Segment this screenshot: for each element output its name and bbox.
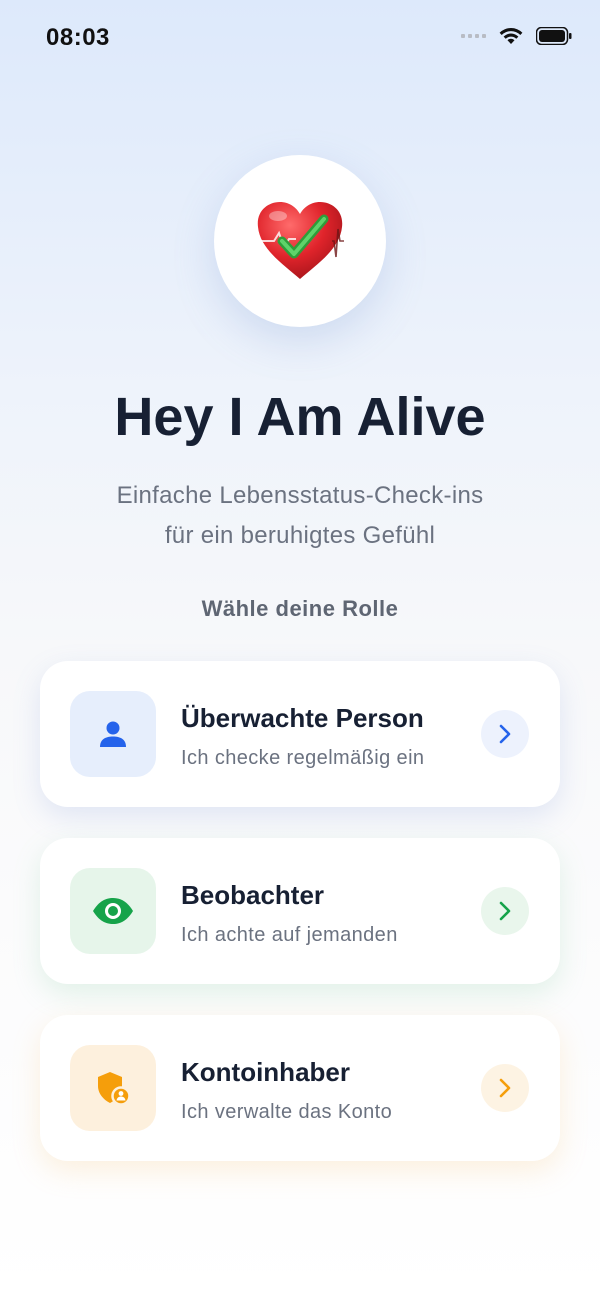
status-time: 08:03 [46, 24, 110, 51]
wifi-icon [499, 28, 523, 44]
person-icon [100, 721, 126, 747]
cellular-signal-icon [461, 34, 486, 38]
eye-icon [93, 898, 133, 924]
app-title: Hey I Am Alive [114, 387, 486, 447]
role-icon-container [70, 691, 156, 777]
chevron-right-icon[interactable] [481, 887, 529, 935]
role-icon-container [70, 1045, 156, 1131]
role-card-account-owner[interactable]: Kontoinhaber Ich verwalte das Konto [40, 1015, 560, 1161]
battery-icon [536, 27, 572, 45]
role-card-observer[interactable]: Beobachter Ich achte auf jemanden [40, 838, 560, 984]
role-card-subtitle: Ich achte auf jemanden [181, 924, 398, 946]
status-bar: 08:03 [0, 0, 600, 80]
role-card-subtitle: Ich verwalte das Konto [181, 1101, 393, 1123]
role-card-monitored-person[interactable]: Überwachte Person Ich checke regelmäßig … [40, 661, 560, 807]
status-icons [461, 26, 572, 46]
app-subtitle: Einfache Lebensstatus-Check-ins für ein … [60, 476, 540, 556]
subtitle-line: für ein beruhigtes Gefühl [164, 522, 436, 549]
heart-check-icon [256, 202, 344, 279]
role-card-title: Kontoinhaber [181, 1057, 350, 1087]
role-icon-container [70, 868, 156, 954]
role-card-title: Überwachte Person [181, 703, 424, 733]
subtitle-line: Einfache Lebensstatus-Check-ins [116, 482, 484, 509]
role-card-title: Beobachter [181, 880, 325, 910]
shield-user-icon [98, 1072, 131, 1106]
chevron-right-icon[interactable] [481, 710, 529, 758]
app-logo [214, 155, 386, 327]
chevron-right-icon[interactable] [481, 1064, 529, 1112]
role-section-label: Wähle deine Rolle [201, 596, 399, 621]
role-card-subtitle: Ich checke regelmäßig ein [181, 747, 425, 769]
